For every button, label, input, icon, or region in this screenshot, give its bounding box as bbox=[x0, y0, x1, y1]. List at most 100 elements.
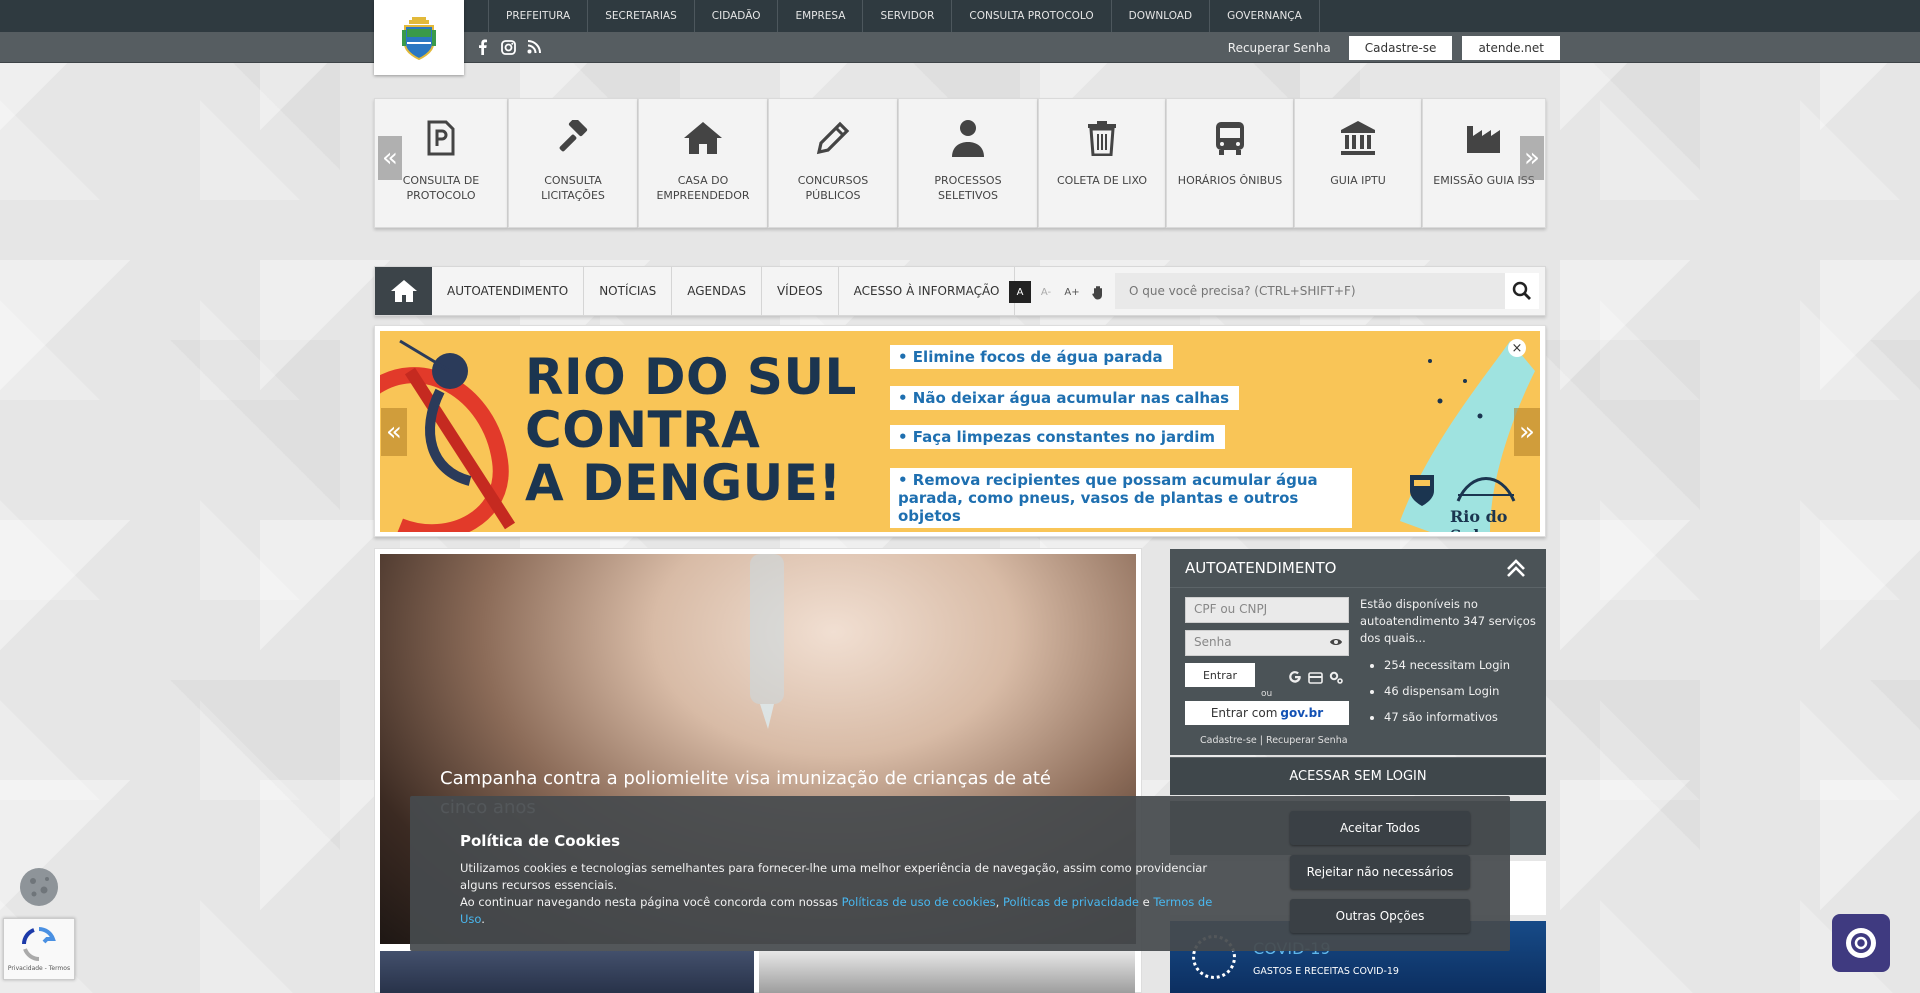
topnav-prefeitura[interactable]: PREFEITURA bbox=[488, 0, 587, 32]
autoatendimento-title: AUTOATENDIMENTO bbox=[1185, 559, 1337, 577]
or-label: ou bbox=[1261, 689, 1273, 699]
gavel-icon bbox=[555, 117, 591, 159]
house-icon bbox=[683, 117, 723, 159]
gears-icon[interactable] bbox=[1329, 669, 1344, 688]
topnav-servidor[interactable]: SERVIDOR bbox=[862, 0, 951, 32]
factory-icon bbox=[1466, 117, 1502, 159]
header-right-links: Recuperar Senha Cadastre-se atende.net bbox=[1228, 36, 1560, 60]
topnav-governanca[interactable]: GOVERNANÇA bbox=[1209, 0, 1320, 32]
govbr-prefix: Entrar com bbox=[1210, 706, 1278, 720]
search-button[interactable] bbox=[1505, 273, 1539, 309]
nav-acesso-informacao[interactable]: ACESSO À INFORMAÇÃO bbox=[839, 267, 1016, 315]
rss-icon[interactable] bbox=[526, 38, 542, 56]
banner-close-button[interactable]: × bbox=[1508, 339, 1526, 357]
stat-item: 254 necessitam Login bbox=[1384, 657, 1540, 674]
quick-item-coleta-lixo[interactable]: COLETA DE LIXO bbox=[1038, 98, 1166, 228]
cookie-comma: , bbox=[995, 895, 1000, 909]
news-thumbnail[interactable] bbox=[759, 951, 1135, 993]
font-increase-button[interactable]: A+ bbox=[1061, 281, 1083, 303]
city-logo[interactable] bbox=[374, 0, 464, 75]
chevron-up-icon bbox=[1507, 559, 1525, 577]
topnav-download[interactable]: DOWNLOAD bbox=[1110, 0, 1209, 32]
quick-item-consulta-licitacoes[interactable]: CONSULTA LICITAÇÕES bbox=[508, 98, 638, 228]
password-input[interactable]: Senha bbox=[1185, 630, 1349, 656]
banner-title-line-2: CONTRA bbox=[525, 401, 761, 459]
quick-prev-arrow[interactable]: « bbox=[378, 136, 402, 180]
signup-link[interactable]: Cadastre-se bbox=[1200, 735, 1257, 746]
nav-autoatendimento[interactable]: AUTOATENDIMENTO bbox=[432, 267, 585, 315]
protocol-document-icon bbox=[427, 117, 455, 159]
access-without-login-button[interactable]: ACESSAR SEM LOGIN bbox=[1170, 757, 1546, 795]
instagram-icon[interactable] bbox=[500, 38, 516, 56]
autoatendimento-body: CPF ou CNPJ Senha Entrar ou Entrar com g… bbox=[1170, 587, 1546, 755]
banner-bullet: • Faça limpezas constantes no jardim bbox=[890, 425, 1226, 449]
cookie-text-prefix: Ao continuar navegando nesta página você… bbox=[460, 895, 838, 909]
govbr-login-button[interactable]: Entrar com gov.br bbox=[1185, 701, 1349, 725]
recaptcha-badge[interactable]: Privacidade - Termos bbox=[3, 918, 75, 980]
font-normal-button[interactable]: A bbox=[1009, 281, 1031, 303]
quick-item-processos-seletivos[interactable]: PROCESSOS SELETIVOS bbox=[898, 98, 1038, 228]
password-placeholder: Senha bbox=[1194, 635, 1232, 649]
topnav-consulta-protocolo[interactable]: CONSULTA PROTOCOLO bbox=[951, 0, 1110, 32]
banner-bullet: • Elimine focos de água parada bbox=[890, 345, 1173, 369]
sign-language-icon[interactable] bbox=[1087, 281, 1109, 303]
news-thumbnail[interactable] bbox=[380, 951, 754, 993]
pencil-icon bbox=[815, 117, 851, 159]
cpf-cnpj-input[interactable]: CPF ou CNPJ bbox=[1185, 597, 1349, 623]
eye-icon[interactable] bbox=[1329, 636, 1343, 651]
banner-title: RIO DO SUL CONTRA A DENGUE! bbox=[525, 351, 857, 510]
quick-item-label: GUIA IPTU bbox=[1330, 174, 1386, 187]
recover-link[interactable]: Recuperar Senha bbox=[1266, 735, 1348, 746]
coat-of-arms-icon bbox=[1410, 475, 1434, 506]
accept-all-button[interactable]: Aceitar Todos bbox=[1290, 811, 1470, 845]
atende-net-button[interactable]: atende.net bbox=[1462, 36, 1560, 60]
facebook-icon[interactable] bbox=[474, 38, 490, 56]
covid-subtitle: GASTOS E RECEITAS COVID-19 bbox=[1253, 966, 1399, 977]
font-decrease-button[interactable]: A- bbox=[1035, 281, 1057, 303]
quick-next-arrow[interactable]: » bbox=[1520, 136, 1544, 180]
banner-carousel: RIO DO SUL CONTRA A DENGUE! • Elimine fo… bbox=[374, 325, 1546, 537]
login-button[interactable]: Entrar bbox=[1185, 663, 1255, 687]
coat-of-arms-icon bbox=[402, 16, 436, 60]
card-icon[interactable] bbox=[1308, 669, 1323, 688]
quick-item-label: HORÁRIOS ÔNIBUS bbox=[1177, 174, 1283, 187]
privacy-policy-link[interactable]: Políticas de privacidade bbox=[1003, 895, 1139, 909]
cookie-icon[interactable] bbox=[20, 868, 58, 906]
topnav-secretarias[interactable]: SECRETARIAS bbox=[587, 0, 694, 32]
quick-item-horarios-onibus[interactable]: HORÁRIOS ÔNIBUS bbox=[1166, 98, 1294, 228]
quick-item-label: CONCURSOS PÚBLICOS bbox=[797, 174, 869, 202]
person-icon bbox=[951, 117, 985, 159]
bus-icon bbox=[1213, 117, 1247, 159]
reject-non-necessary-button[interactable]: Rejeitar não necessários bbox=[1290, 855, 1470, 889]
quick-item-concursos[interactable]: CONCURSOS PÚBLICOS bbox=[768, 98, 898, 228]
banner-prev-arrow[interactable]: « bbox=[381, 408, 407, 456]
quick-item-label: CASA DO EMPREENDEDOR bbox=[656, 174, 750, 202]
collapse-button[interactable] bbox=[1486, 549, 1546, 587]
nav-videos[interactable]: VÍDEOS bbox=[762, 267, 839, 315]
topnav-cidadao[interactable]: CIDADÃO bbox=[693, 0, 778, 32]
google-icon[interactable] bbox=[1288, 669, 1302, 688]
search-input[interactable] bbox=[1115, 273, 1495, 309]
main-nav-links: AUTOATENDIMENTO NOTÍCIAS AGENDAS VÍDEOS … bbox=[432, 267, 1016, 315]
signup-button[interactable]: Cadastre-se bbox=[1348, 36, 1453, 60]
quick-item-label: PROCESSOS SELETIVOS bbox=[934, 174, 1002, 202]
accessibility-assistant-button[interactable] bbox=[1832, 914, 1890, 972]
topnav-empresa[interactable]: EMPRESA bbox=[777, 0, 862, 32]
recover-password-link[interactable]: Recuperar Senha bbox=[1228, 41, 1331, 55]
other-options-button[interactable]: Outras Opções bbox=[1290, 899, 1470, 933]
nav-agendas[interactable]: AGENDAS bbox=[672, 267, 762, 315]
cookie-policy-link[interactable]: Políticas de uso de cookies bbox=[842, 895, 996, 909]
recaptcha-text: Privacidade - Termos bbox=[7, 965, 71, 972]
home-icon bbox=[390, 280, 417, 302]
banner-next-arrow[interactable]: » bbox=[1514, 408, 1540, 456]
quick-item-casa-empreendedor[interactable]: CASA DO EMPREENDEDOR bbox=[638, 98, 768, 228]
auth-mini-links: Cadastre-se | Recuperar Senha bbox=[1200, 735, 1348, 746]
cookie-conj: e bbox=[1142, 895, 1150, 909]
alt-login-icons bbox=[1288, 669, 1344, 688]
quick-item-guia-iptu[interactable]: GUIA IPTU bbox=[1294, 98, 1422, 228]
cookie-text-1: Utilizamos cookies e tecnologias semelha… bbox=[460, 861, 1208, 892]
nav-noticias[interactable]: NOTÍCIAS bbox=[584, 267, 673, 315]
home-button[interactable] bbox=[375, 267, 432, 315]
link-separator: | bbox=[1259, 735, 1263, 746]
dengue-banner[interactable]: RIO DO SUL CONTRA A DENGUE! • Elimine fo… bbox=[380, 331, 1540, 532]
